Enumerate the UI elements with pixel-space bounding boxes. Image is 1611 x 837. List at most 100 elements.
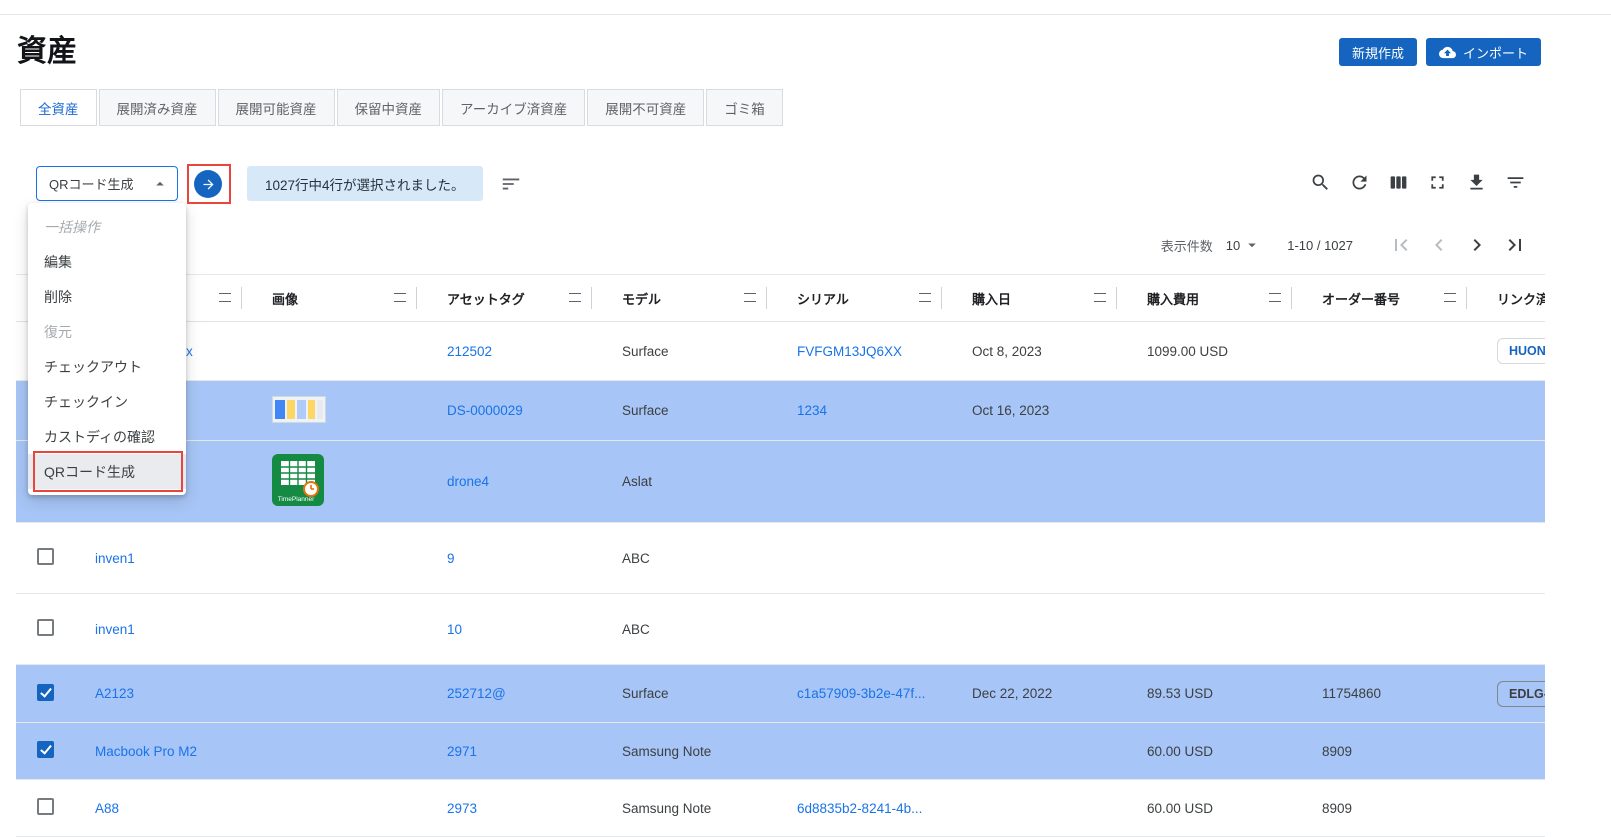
download-icon[interactable] <box>1466 172 1487 193</box>
cell-checkbox <box>16 548 64 568</box>
menu-item-generate-qr[interactable]: QRコード生成 <box>28 454 186 489</box>
page-range: 1-10 / 1027 <box>1287 238 1353 253</box>
search-icon[interactable] <box>1310 172 1331 193</box>
asset-name-link[interactable]: inven1 <box>95 551 135 566</box>
asset-tag-link[interactable]: drone4 <box>447 474 489 489</box>
serial-link[interactable]: 1234 <box>797 403 827 418</box>
cell-checkbox <box>16 741 64 761</box>
asset-name-link[interactable]: A2123 <box>95 686 134 701</box>
bulk-action-select[interactable]: QRコード生成 <box>36 166 178 201</box>
import-button[interactable]: インポート <box>1426 38 1541 66</box>
tab-trash[interactable]: ゴミ箱 <box>706 89 783 126</box>
col-header-image[interactable]: 画像 <box>242 275 417 321</box>
last-page-button[interactable] <box>1503 233 1527 257</box>
header-actions: 新規作成 インポート <box>1339 38 1541 66</box>
asset-tag-link[interactable]: 9 <box>447 551 455 566</box>
col-header-label: アセットタグ <box>447 289 525 308</box>
asset-tag-link[interactable]: DS-0000029 <box>447 403 523 418</box>
table-row: Macbook Pro M2 2971 Samsung Note 60.00 U… <box>16 723 1545 780</box>
asset-name-link[interactable]: Macbook Pro M2 <box>95 744 197 759</box>
row-checkbox[interactable] <box>37 684 54 701</box>
tab-pending-assets[interactable]: 保留中資産 <box>337 89 441 126</box>
menu-item-confirm-custody[interactable]: カストディの確認 <box>28 419 186 454</box>
create-button[interactable]: 新規作成 <box>1339 38 1417 66</box>
selection-status-chip: 1027行中4行が選択されました。 <box>247 166 483 201</box>
col-header-model[interactable]: モデル <box>592 275 767 321</box>
tab-deployed-assets[interactable]: 展開済み資産 <box>99 89 216 126</box>
asset-tag-link[interactable]: 252712@ <box>447 686 506 701</box>
col-header-purchase-date[interactable]: 購入日 <box>942 275 1117 321</box>
refresh-icon[interactable] <box>1349 172 1370 193</box>
bulk-actions-menu: 一括操作 編集 削除 復元 チェックアウト チェックイン カストディの確認 QR… <box>28 203 186 495</box>
row-checkbox[interactable] <box>37 619 54 636</box>
cell-purchase-date: Oct 16, 2023 <box>942 403 1117 418</box>
table-row: A2123 252712@ Surface c1a57909-3b2e-47f.… <box>16 665 1545 723</box>
col-header-purchase-cost[interactable]: 購入費用 <box>1117 275 1292 321</box>
col-header-asset-tag[interactable]: アセットタグ <box>417 275 592 321</box>
tab-deployable-assets[interactable]: 展開可能資産 <box>218 89 335 126</box>
fullscreen-icon[interactable] <box>1427 172 1448 193</box>
cell-model: Aslat <box>592 474 767 489</box>
column-menu-icon[interactable] <box>1444 293 1456 302</box>
asset-name-link[interactable]: A88 <box>95 801 119 816</box>
column-menu-icon[interactable] <box>744 293 756 302</box>
linked-asset-badge[interactable]: HUON <box>1497 338 1545 364</box>
col-header-label: シリアル <box>797 289 849 308</box>
cell-name: A2123 <box>64 686 242 701</box>
filter-icon[interactable] <box>1505 172 1526 193</box>
menu-item-edit[interactable]: 編集 <box>28 244 186 279</box>
tab-archived-assets[interactable]: アーカイブ済資産 <box>442 89 585 126</box>
cell-image <box>242 396 417 426</box>
columns-icon[interactable] <box>1388 172 1409 193</box>
assets-table: 画像 アセットタグ モデル シリアル 購入日 購入費用 オーダー番号 リンク済 … <box>16 274 1545 837</box>
row-checkbox[interactable] <box>37 798 54 815</box>
table-toolbar-icons <box>1310 172 1526 193</box>
top-divider <box>0 14 1611 15</box>
menu-item-restore: 復元 <box>28 314 186 349</box>
asset-tag-link[interactable]: 212502 <box>447 344 492 359</box>
asset-image-thumbnail[interactable]: TimePlanner <box>272 454 324 506</box>
asset-tag-link[interactable]: 10 <box>447 622 462 637</box>
table-row: inven1 10 ABC <box>16 594 1545 665</box>
col-header-linked[interactable]: リンク済 <box>1467 275 1545 321</box>
column-menu-icon[interactable] <box>919 293 931 302</box>
table-header-row: 画像 アセットタグ モデル シリアル 購入日 購入費用 オーダー番号 リンク済 <box>16 274 1545 322</box>
asset-name-link[interactable]: inven1 <box>95 622 135 637</box>
cell-purchase-cost: 89.53 USD <box>1117 686 1292 701</box>
cell-asset-tag: 10 <box>417 622 592 637</box>
linked-asset-badge[interactable]: EDLG-4 <box>1497 681 1545 707</box>
thumbnail-app-label: TimePlanner <box>278 496 315 503</box>
serial-link[interactable]: c1a57909-3b2e-47f... <box>797 686 925 701</box>
menu-item-checkin[interactable]: チェックイン <box>28 384 186 419</box>
asset-name-link[interactable]: x <box>186 344 193 359</box>
tab-all-assets[interactable]: 全資産 <box>20 89 97 126</box>
cell-model: Samsung Note <box>592 744 767 759</box>
column-menu-icon[interactable] <box>219 293 231 302</box>
row-checkbox[interactable] <box>37 548 54 565</box>
asset-tag-link[interactable]: 2971 <box>447 744 477 759</box>
menu-item-checkout[interactable]: チェックアウト <box>28 349 186 384</box>
tab-undeployable-assets[interactable]: 展開不可資産 <box>587 89 704 126</box>
cell-model: Samsung Note <box>592 801 767 816</box>
menu-item-delete[interactable]: 削除 <box>28 279 186 314</box>
asset-tag-link[interactable]: 2973 <box>447 801 477 816</box>
col-header-serial[interactable]: シリアル <box>767 275 942 321</box>
serial-link[interactable]: 6d8835b2-8241-4b... <box>797 801 922 816</box>
cell-asset-tag: DS-0000029 <box>417 403 592 418</box>
rows-per-page-label: 表示件数 <box>1161 236 1213 255</box>
serial-link[interactable]: FVFGM13JQ6XX <box>797 344 902 359</box>
sort-icon[interactable] <box>500 173 522 195</box>
table-row: inven1 9 ABC <box>16 523 1545 594</box>
col-header-order-number[interactable]: オーダー番号 <box>1292 275 1467 321</box>
column-menu-icon[interactable] <box>569 293 581 302</box>
next-page-button[interactable] <box>1465 233 1489 257</box>
cell-name: A88 <box>64 801 242 816</box>
column-menu-icon[interactable] <box>394 293 406 302</box>
rows-per-page-select[interactable]: 10 <box>1226 236 1261 254</box>
apply-bulk-action-button[interactable] <box>194 170 222 198</box>
column-menu-icon[interactable] <box>1269 293 1281 302</box>
column-menu-icon[interactable] <box>1094 293 1106 302</box>
cell-asset-tag: 2971 <box>417 744 592 759</box>
row-checkbox[interactable] <box>37 741 54 758</box>
asset-image-thumbnail[interactable] <box>272 396 326 423</box>
